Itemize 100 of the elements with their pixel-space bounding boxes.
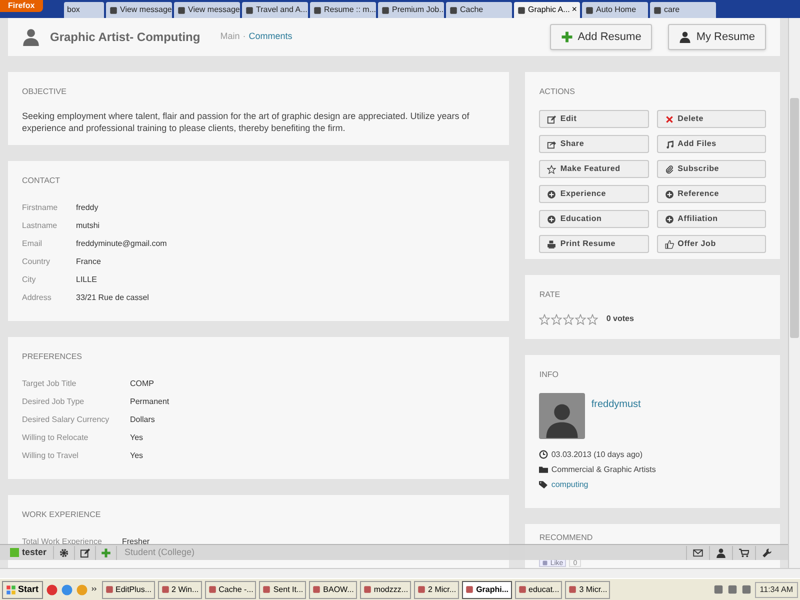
section-heading: WORK EXPERIENCE [22,509,102,521]
field-label: Desired Salary Currency [22,414,110,426]
taskbar-button[interactable]: modzzz... [360,580,412,598]
action-button[interactable]: Delete [656,110,766,128]
taskbar-button[interactable]: 2 Win... [158,580,202,598]
objective-text: Seeking employment where talent, flair and passion for the art of graphic design are appreciated. Utilize years of experience and professional training to please clients, thereby benefiting the firm. [22,110,470,134]
vote-count: 0 votes [606,313,634,325]
category-text: Commercial & Graphic Artists [551,464,656,476]
site-icon [653,6,662,14]
paperclip-icon [664,164,674,174]
tray-icon [726,584,738,595]
taskbar-button[interactable]: 3 Micr... [565,580,610,598]
field-label: Country [22,256,52,268]
action-button[interactable]: Education [539,210,649,228]
browser-tab[interactable]: View message [174,2,240,18]
browser-tab[interactable]: Auto Home [582,2,648,18]
printer-icon [547,240,556,248]
app-icon [518,585,527,594]
action-button[interactable]: Add Files [656,135,766,153]
field-label: Target Job Title [22,378,78,390]
clock-text: 11:34 AM [754,582,798,598]
app-icon [104,585,114,594]
star-icon [587,314,598,324]
app-icon [568,585,578,594]
star-icon [563,314,574,324]
star-icon [575,314,586,324]
taskbar-button[interactable]: EditPlus... [102,580,155,598]
taskbar-button[interactable]: educat... [514,580,562,598]
toolbar-username[interactable]: tester [22,546,54,560]
browser-tab[interactable]: care [650,2,716,18]
taskbar-button[interactable]: 2 Micr... [414,580,460,598]
taskbar-button[interactable]: Sent It... [259,580,306,598]
field-label: Address [22,292,52,304]
field-label: Willing to Relocate [22,432,90,444]
chevron-icon [90,586,99,594]
tag-icon [539,480,548,489]
plus-circle-icon [664,214,674,224]
browser-tab[interactable]: Cache [446,2,512,18]
breadcrumb-link[interactable]: Comments [248,30,292,44]
field-label: City [22,274,37,286]
section-heading: CONTACT [22,175,62,187]
tab-close-button[interactable]: × [572,3,578,17]
browser-tab[interactable]: Travel and A... [242,2,308,18]
browser-tab[interactable]: Graphic A... × [514,2,580,18]
cart-icon [739,548,749,558]
action-button[interactable]: Reference [656,185,766,203]
browser-tab[interactable]: Resume :: m... [310,2,376,18]
field-value: Yes [130,432,144,444]
field-value: 33/21 Rue de cassel [76,292,149,304]
field-label: Firstname [22,202,59,214]
site-icon [449,6,458,14]
browser-tab[interactable]: View message [106,2,172,18]
field-value: LILLE [76,274,97,286]
action-button[interactable]: Offer Job [656,235,766,253]
action-button[interactable]: Experience [539,185,649,203]
breadcrumb-text: · [242,30,246,44]
start-button[interactable]: Start [2,580,43,598]
username-link[interactable]: freddymust [591,397,641,409]
taskbar-button[interactable]: BAOW... [309,580,357,598]
plus-circle-icon [664,190,674,198]
action-button[interactable]: Share [539,135,649,153]
star-rating[interactable] [539,314,598,324]
browser-tab[interactable]: box [64,2,104,18]
field-label: Lastname [22,220,58,232]
star-icon [551,314,562,324]
horizontal-scrollbar[interactable] [0,568,800,578]
field-label: Email [22,238,44,250]
action-button[interactable]: Make Featured [539,160,649,178]
tray-icon [712,584,724,595]
edit-icon [80,548,90,558]
vertical-scrollbar[interactable] [788,18,800,568]
site-icon [517,6,526,14]
star-icon [547,164,556,174]
status-text: Student (College) [124,546,195,559]
field-value: Fresher [122,536,150,548]
user-icon [679,31,692,43]
status-square-icon [10,548,19,557]
app-icon [465,585,474,594]
tray-icon [740,584,752,595]
add-resume-button[interactable]: Add Resume [550,24,652,50]
taskbar-button[interactable]: Graphi... [462,580,512,598]
action-button[interactable]: Affiliation [656,210,766,228]
site-icon [245,6,254,14]
star-icon [539,314,550,324]
page-title: Graphic Artist- Computing [50,29,200,46]
action-button[interactable]: Print Resume [539,235,649,253]
field-label: Desired Job Type [22,396,86,408]
field-value: freddyminute@gmail.com [76,238,167,250]
action-button[interactable]: Subscribe [656,160,766,178]
field-value: France [76,256,101,268]
action-button[interactable]: Edit [539,110,649,128]
my-resume-button[interactable]: My Resume [668,24,766,50]
taskbar-button[interactable]: Cache -... [204,580,256,598]
field-value: Permanent [130,396,170,408]
user-icon [22,28,40,46]
section-heading: INFO [539,369,560,381]
app-icon [312,585,322,594]
tag-link[interactable]: computing [551,478,588,490]
browser-tab[interactable]: Premium Job... [378,2,444,18]
plus-circle-icon [547,190,556,198]
